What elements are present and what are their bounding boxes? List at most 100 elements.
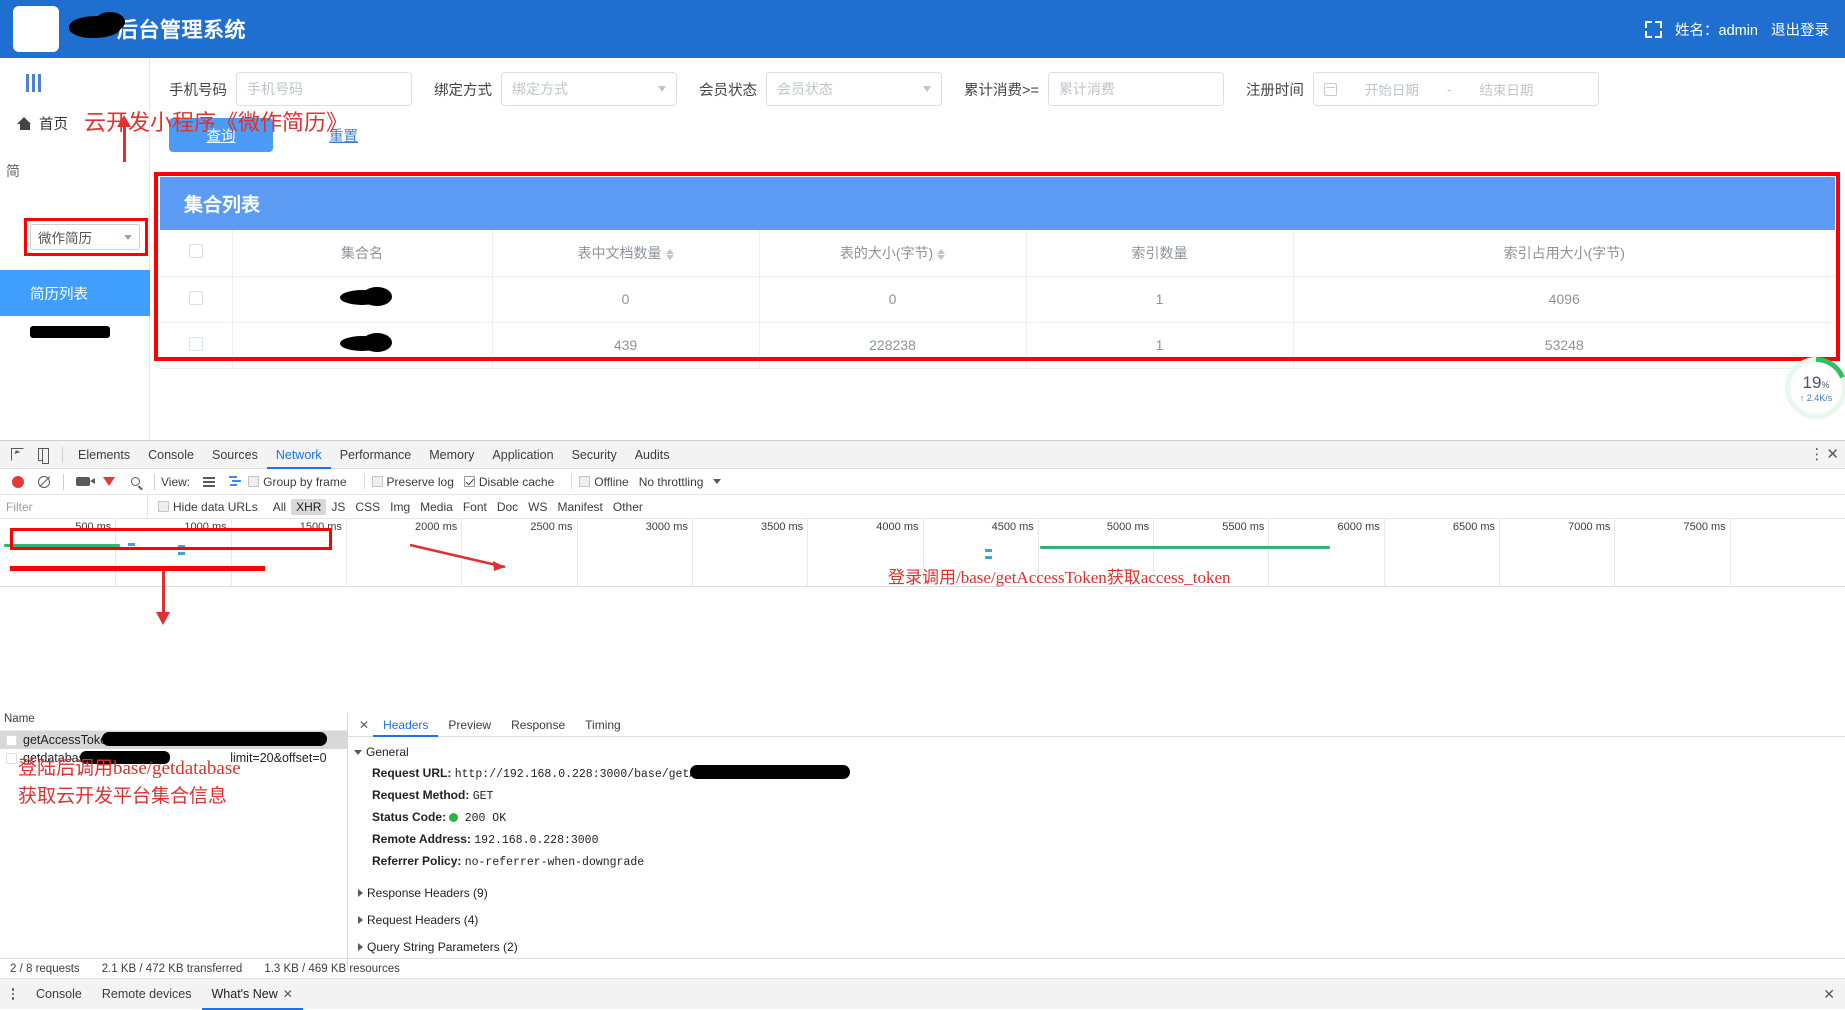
- filter-input[interactable]: Filter: [0, 495, 148, 518]
- tab-memory[interactable]: Memory: [420, 441, 483, 469]
- drawer-tab-console[interactable]: Console: [26, 979, 92, 1010]
- performance-widget[interactable]: 19% ↑ 2.4K/s: [1785, 357, 1845, 419]
- close-devtools-icon[interactable]: ✕: [1826, 447, 1839, 462]
- request-row-getaccesstoken[interactable]: getAccessToken?: [0, 731, 347, 749]
- row-index-count: 1: [1026, 322, 1294, 369]
- inspect-cursor-icon: [10, 448, 24, 461]
- request-headers-section[interactable]: Request Headers (4): [358, 913, 1845, 927]
- drawer-more-icon[interactable]: [6, 988, 20, 1000]
- detail-tab-headers[interactable]: Headers: [373, 713, 438, 737]
- filter-type-doc[interactable]: Doc: [492, 500, 523, 514]
- disable-cache-checkbox[interactable]: [463, 476, 475, 487]
- filter-type-all[interactable]: All: [268, 500, 291, 514]
- offline-checkbox[interactable]: [579, 476, 591, 487]
- waterfall-icon: [228, 476, 242, 487]
- chevron-down-icon[interactable]: [713, 479, 722, 484]
- record-button[interactable]: [5, 469, 31, 495]
- row-select-cell[interactable]: [160, 322, 233, 369]
- group-by-frame-toggle[interactable]: Group by frame: [248, 475, 347, 489]
- member-status-select[interactable]: 会员状态: [766, 72, 942, 106]
- filter-type-xhr[interactable]: XHR: [291, 498, 327, 515]
- filter-type-ws[interactable]: WS: [523, 500, 552, 514]
- row-checkbox[interactable]: [188, 336, 203, 351]
- screenshot-button[interactable]: [70, 469, 96, 495]
- detail-tab-preview[interactable]: Preview: [438, 713, 501, 737]
- request-checkbox[interactable]: [6, 734, 17, 746]
- phone-input[interactable]: 手机号码: [236, 72, 412, 106]
- sidebar-menu-label: 简: [0, 154, 149, 188]
- redacted-brand-mark: [69, 12, 125, 38]
- response-headers-section[interactable]: Response Headers (9): [358, 886, 1845, 900]
- tab-elements[interactable]: Elements: [69, 441, 139, 469]
- table-row[interactable]: 439 228238 1 53248: [160, 322, 1835, 369]
- filter-type-font[interactable]: Font: [458, 500, 492, 514]
- devtools-panel: Elements Console Sources Network Perform…: [0, 440, 1845, 1009]
- preserve-log-checkbox[interactable]: [371, 476, 383, 487]
- offline-toggle[interactable]: Offline: [579, 475, 629, 489]
- filter-type-manifest[interactable]: Manifest: [553, 500, 608, 514]
- throttling-select[interactable]: No throttling: [639, 475, 704, 489]
- disable-cache-toggle[interactable]: Disable cache: [463, 475, 554, 489]
- request-checkbox[interactable]: [6, 752, 17, 764]
- register-date-range[interactable]: 开始日期 - 结束日期: [1312, 72, 1599, 106]
- fullscreen-icon[interactable]: [1645, 20, 1662, 38]
- tab-audits[interactable]: Audits: [626, 441, 679, 469]
- bind-method-placeholder: 绑定方式: [512, 81, 568, 97]
- network-filter-bar: Filter Hide data URLs All XHR JS CSS Img…: [0, 495, 1845, 519]
- query-string-parameters-section[interactable]: Query String Parameters (2): [358, 940, 1845, 954]
- view-waterfall-button[interactable]: [222, 469, 248, 495]
- inspect-element-button[interactable]: [4, 442, 30, 468]
- request-method-key: Request Method:: [372, 788, 470, 802]
- col-doc-count[interactable]: 表中文档数量: [492, 230, 760, 277]
- hide-data-urls-checkbox[interactable]: [158, 501, 169, 512]
- annotation-box-request-row: [10, 528, 332, 550]
- header-right-group: 姓名：admin 退出登录: [1645, 0, 1829, 58]
- drawer-tab-whats-new[interactable]: What's New ✕: [202, 979, 303, 1010]
- row-select-cell[interactable]: [160, 276, 233, 323]
- table-row[interactable]: 0 0 1 4096: [160, 276, 1835, 323]
- search-button[interactable]: [122, 469, 148, 495]
- filter-type-media[interactable]: Media: [415, 500, 458, 514]
- filter-toggle-button[interactable]: [96, 469, 122, 495]
- preserve-log-toggle[interactable]: Preserve log: [371, 475, 454, 489]
- filter-type-js[interactable]: JS: [326, 500, 350, 514]
- sidebar-item-resume-list[interactable]: 简历列表: [0, 270, 150, 316]
- drawer-tab-remote-devices[interactable]: Remote devices: [92, 979, 202, 1010]
- col-index-size: 索引占用大小(字节): [1293, 230, 1835, 277]
- tab-console[interactable]: Console: [139, 441, 203, 469]
- select-all-checkbox[interactable]: [188, 244, 203, 259]
- spend-input[interactable]: 累计消费: [1047, 72, 1224, 106]
- web-application-area: 后台管理系统 姓名：admin 退出登录 首页 简 微作简历 简历列表 手机号码: [0, 0, 1845, 440]
- general-section-header[interactable]: General: [354, 745, 1845, 759]
- tab-sources[interactable]: Sources: [203, 441, 267, 469]
- detail-tab-timing[interactable]: Timing: [575, 713, 631, 737]
- tab-performance[interactable]: Performance: [331, 441, 421, 469]
- group-by-frame-checkbox[interactable]: [248, 476, 260, 487]
- bind-method-select[interactable]: 绑定方式: [501, 72, 677, 106]
- collapse-icon[interactable]: [26, 74, 149, 92]
- detail-tab-response[interactable]: Response: [501, 713, 575, 737]
- sort-icon[interactable]: [665, 248, 674, 260]
- close-icon[interactable]: ✕: [283, 987, 293, 1001]
- drawer-close-button[interactable]: ✕: [1823, 986, 1845, 1003]
- select-all-cell[interactable]: [160, 230, 233, 277]
- device-toolbar-button[interactable]: [30, 442, 56, 468]
- hide-data-urls-toggle[interactable]: Hide data URLs: [158, 500, 258, 514]
- view-list-button[interactable]: [196, 469, 222, 495]
- filter-type-img[interactable]: Img: [385, 500, 415, 514]
- tab-network[interactable]: Network: [267, 441, 331, 469]
- chevron-down-icon: [658, 86, 666, 92]
- filter-type-css[interactable]: CSS: [350, 500, 385, 514]
- row-checkbox[interactable]: [188, 290, 203, 305]
- col-table-size[interactable]: 表的大小(字节): [759, 230, 1027, 277]
- sort-icon[interactable]: [937, 248, 946, 260]
- logout-link[interactable]: 退出登录: [1771, 19, 1829, 40]
- clear-button[interactable]: [31, 469, 57, 495]
- filter-type-other[interactable]: Other: [608, 500, 648, 514]
- status-code-key: Status Code:: [372, 810, 447, 824]
- tab-security[interactable]: Security: [563, 441, 626, 469]
- more-options-icon[interactable]: ⋮: [1809, 447, 1824, 462]
- tab-application[interactable]: Application: [483, 441, 562, 469]
- close-detail-icon[interactable]: ✕: [359, 718, 369, 732]
- sidebar-item-home-label: 首页: [39, 116, 68, 133]
